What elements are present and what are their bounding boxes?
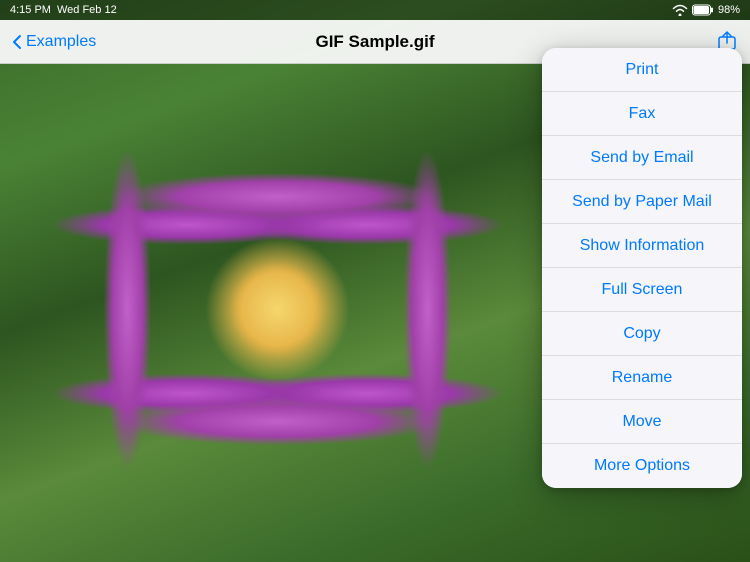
status-bar: 4:15 PM Wed Feb 12 98% bbox=[0, 0, 750, 20]
menu-item-copy[interactable]: Copy bbox=[542, 312, 742, 356]
status-left: 4:15 PM Wed Feb 12 bbox=[10, 4, 117, 16]
wifi-icon bbox=[672, 4, 688, 16]
menu-item-print[interactable]: Print bbox=[542, 48, 742, 92]
back-label: Examples bbox=[26, 33, 96, 51]
battery-icon bbox=[692, 4, 714, 16]
nav-back-button[interactable]: Examples bbox=[12, 33, 96, 51]
menu-item-full-screen[interactable]: Full Screen bbox=[542, 268, 742, 312]
status-right: 98% bbox=[672, 4, 740, 16]
battery-label: 98% bbox=[718, 4, 740, 16]
status-time: 4:15 PM bbox=[10, 4, 51, 16]
menu-item-rename[interactable]: Rename bbox=[542, 356, 742, 400]
back-chevron-icon bbox=[12, 34, 22, 50]
menu-item-move[interactable]: Move bbox=[542, 400, 742, 444]
status-date: Wed Feb 12 bbox=[57, 4, 117, 16]
menu-item-more-options[interactable]: More Options bbox=[542, 444, 742, 488]
menu-item-show-info[interactable]: Show Information bbox=[542, 224, 742, 268]
menu-item-send-email[interactable]: Send by Email bbox=[542, 136, 742, 180]
context-menu: PrintFaxSend by EmailSend by Paper MailS… bbox=[542, 48, 742, 488]
nav-title: GIF Sample.gif bbox=[315, 32, 434, 52]
menu-item-send-paper-mail[interactable]: Send by Paper Mail bbox=[542, 180, 742, 224]
menu-item-fax[interactable]: Fax bbox=[542, 92, 742, 136]
